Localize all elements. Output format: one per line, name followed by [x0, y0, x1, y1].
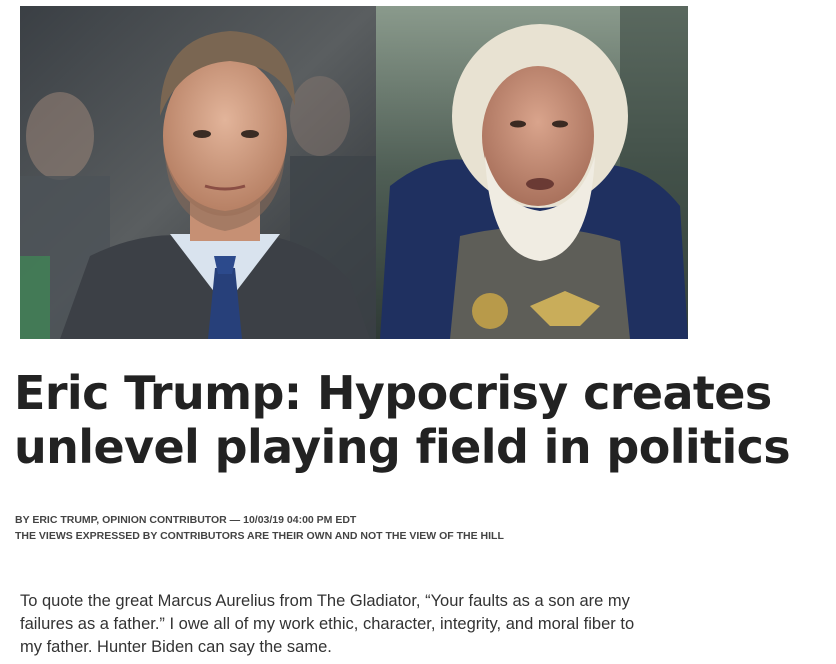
article-meta: BY ERIC TRUMP, OPINION CONTRIBUTOR — 10/… — [15, 512, 504, 544]
article-body-paragraph: To quote the great Marcus Aurelius from … — [20, 592, 635, 656]
article-headline: Eric Trump: Hypocrisy creates unlevel pl… — [14, 366, 834, 474]
disclaimer: THE VIEWS EXPRESSED BY CONTRIBUTORS ARE … — [15, 530, 504, 542]
hero-image — [20, 6, 688, 339]
right-portrait — [376, 6, 688, 339]
byline: BY ERIC TRUMP, OPINION CONTRIBUTOR — 10/… — [15, 514, 357, 526]
headline-line-1: Eric Trump: Hypocrisy creates — [14, 366, 772, 420]
left-portrait — [20, 6, 376, 339]
headline-line-2: unlevel playing field in politics — [14, 420, 791, 474]
